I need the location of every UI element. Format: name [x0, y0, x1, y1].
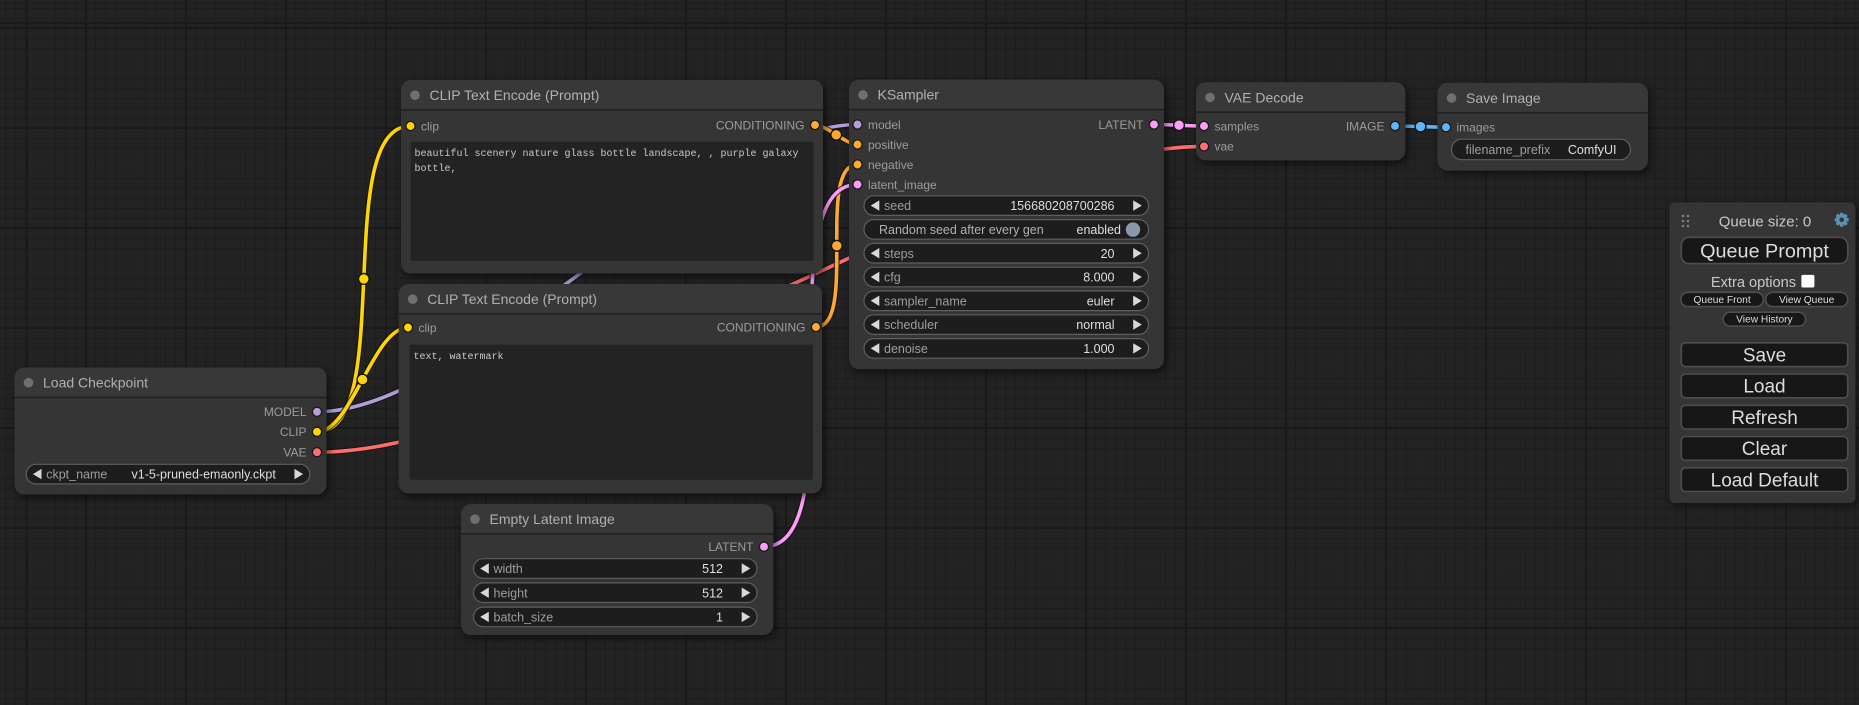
svg-text:Load Default: Load Default — [1711, 470, 1819, 491]
svg-text:View Queue: View Queue — [1779, 295, 1835, 306]
svg-text:images: images — [1457, 121, 1496, 135]
svg-text:negative: negative — [868, 158, 914, 172]
svg-text:VAE: VAE — [283, 446, 306, 460]
svg-text:Random seed after every gen: Random seed after every gen — [879, 223, 1044, 237]
svg-text:512: 512 — [702, 562, 723, 576]
svg-text:MODEL: MODEL — [264, 405, 307, 419]
svg-text:156680208700286: 156680208700286 — [1010, 199, 1114, 213]
svg-text:512: 512 — [702, 586, 723, 600]
svg-text:KSampler: KSampler — [878, 87, 940, 103]
svg-text:CLIP Text Encode (Prompt): CLIP Text Encode (Prompt) — [427, 291, 597, 307]
svg-text:Queue size: 0: Queue size: 0 — [1719, 213, 1812, 230]
svg-text:normal: normal — [1076, 318, 1114, 332]
svg-text:denoise: denoise — [884, 342, 928, 356]
svg-text:seed: seed — [884, 199, 911, 213]
svg-text:CLIP Text Encode (Prompt): CLIP Text Encode (Prompt) — [430, 87, 600, 103]
svg-text:text, watermark: text, watermark — [414, 351, 504, 363]
svg-text:8.000: 8.000 — [1083, 271, 1114, 285]
svg-text:Queue Prompt: Queue Prompt — [1700, 240, 1829, 262]
svg-text:1.000: 1.000 — [1083, 342, 1114, 356]
svg-text:steps: steps — [884, 247, 914, 261]
svg-text:width: width — [493, 562, 523, 576]
svg-text:Refresh: Refresh — [1731, 408, 1798, 429]
svg-text:vae: vae — [1215, 140, 1235, 154]
svg-text:ckpt_name: ckpt_name — [46, 468, 107, 482]
svg-text:height: height — [494, 586, 529, 600]
svg-text:batch_size: batch_size — [494, 611, 554, 625]
svg-text:bottle,: bottle, — [415, 163, 457, 175]
svg-text:VAE Decode: VAE Decode — [1225, 89, 1304, 105]
svg-text:Save: Save — [1743, 345, 1786, 366]
svg-text:CLIP: CLIP — [280, 425, 307, 439]
svg-text:v1-5-pruned-emaonly.ckpt: v1-5-pruned-emaonly.ckpt — [132, 468, 277, 482]
svg-text:Empty Latent Image: Empty Latent Image — [490, 511, 616, 527]
svg-text:ComfyUI: ComfyUI — [1568, 143, 1617, 157]
svg-text:clip: clip — [421, 119, 439, 133]
svg-text:View History: View History — [1736, 315, 1793, 326]
svg-text:enabled: enabled — [1077, 223, 1122, 237]
svg-text:latent_image: latent_image — [868, 178, 937, 192]
svg-text:Clear: Clear — [1742, 439, 1788, 460]
svg-text:CONDITIONING: CONDITIONING — [716, 118, 805, 132]
svg-text:positive: positive — [868, 138, 909, 152]
svg-text:clip: clip — [419, 321, 437, 335]
svg-text:cfg: cfg — [884, 271, 901, 285]
svg-text:Load Checkpoint: Load Checkpoint — [43, 375, 148, 391]
svg-text:Queue Front: Queue Front — [1693, 295, 1750, 306]
svg-text:Load: Load — [1743, 377, 1785, 398]
svg-text:20: 20 — [1101, 247, 1115, 261]
svg-text:LATENT: LATENT — [708, 540, 754, 554]
svg-text:scheduler: scheduler — [884, 318, 938, 332]
svg-text:Extra options: Extra options — [1711, 275, 1796, 291]
svg-text:beautiful scenery nature glass: beautiful scenery nature glass bottle la… — [415, 148, 799, 160]
svg-text:euler: euler — [1087, 294, 1115, 308]
svg-text:filename_prefix: filename_prefix — [1466, 143, 1552, 157]
svg-text:LATENT: LATENT — [1098, 118, 1144, 132]
svg-text:CONDITIONING: CONDITIONING — [717, 320, 806, 334]
svg-text:sampler_name: sampler_name — [884, 294, 967, 308]
svg-text:IMAGE: IMAGE — [1346, 119, 1385, 133]
svg-text:model: model — [868, 118, 901, 132]
svg-text:1: 1 — [716, 611, 723, 625]
svg-text:samples: samples — [1215, 119, 1260, 133]
svg-text:Save Image: Save Image — [1466, 90, 1541, 106]
